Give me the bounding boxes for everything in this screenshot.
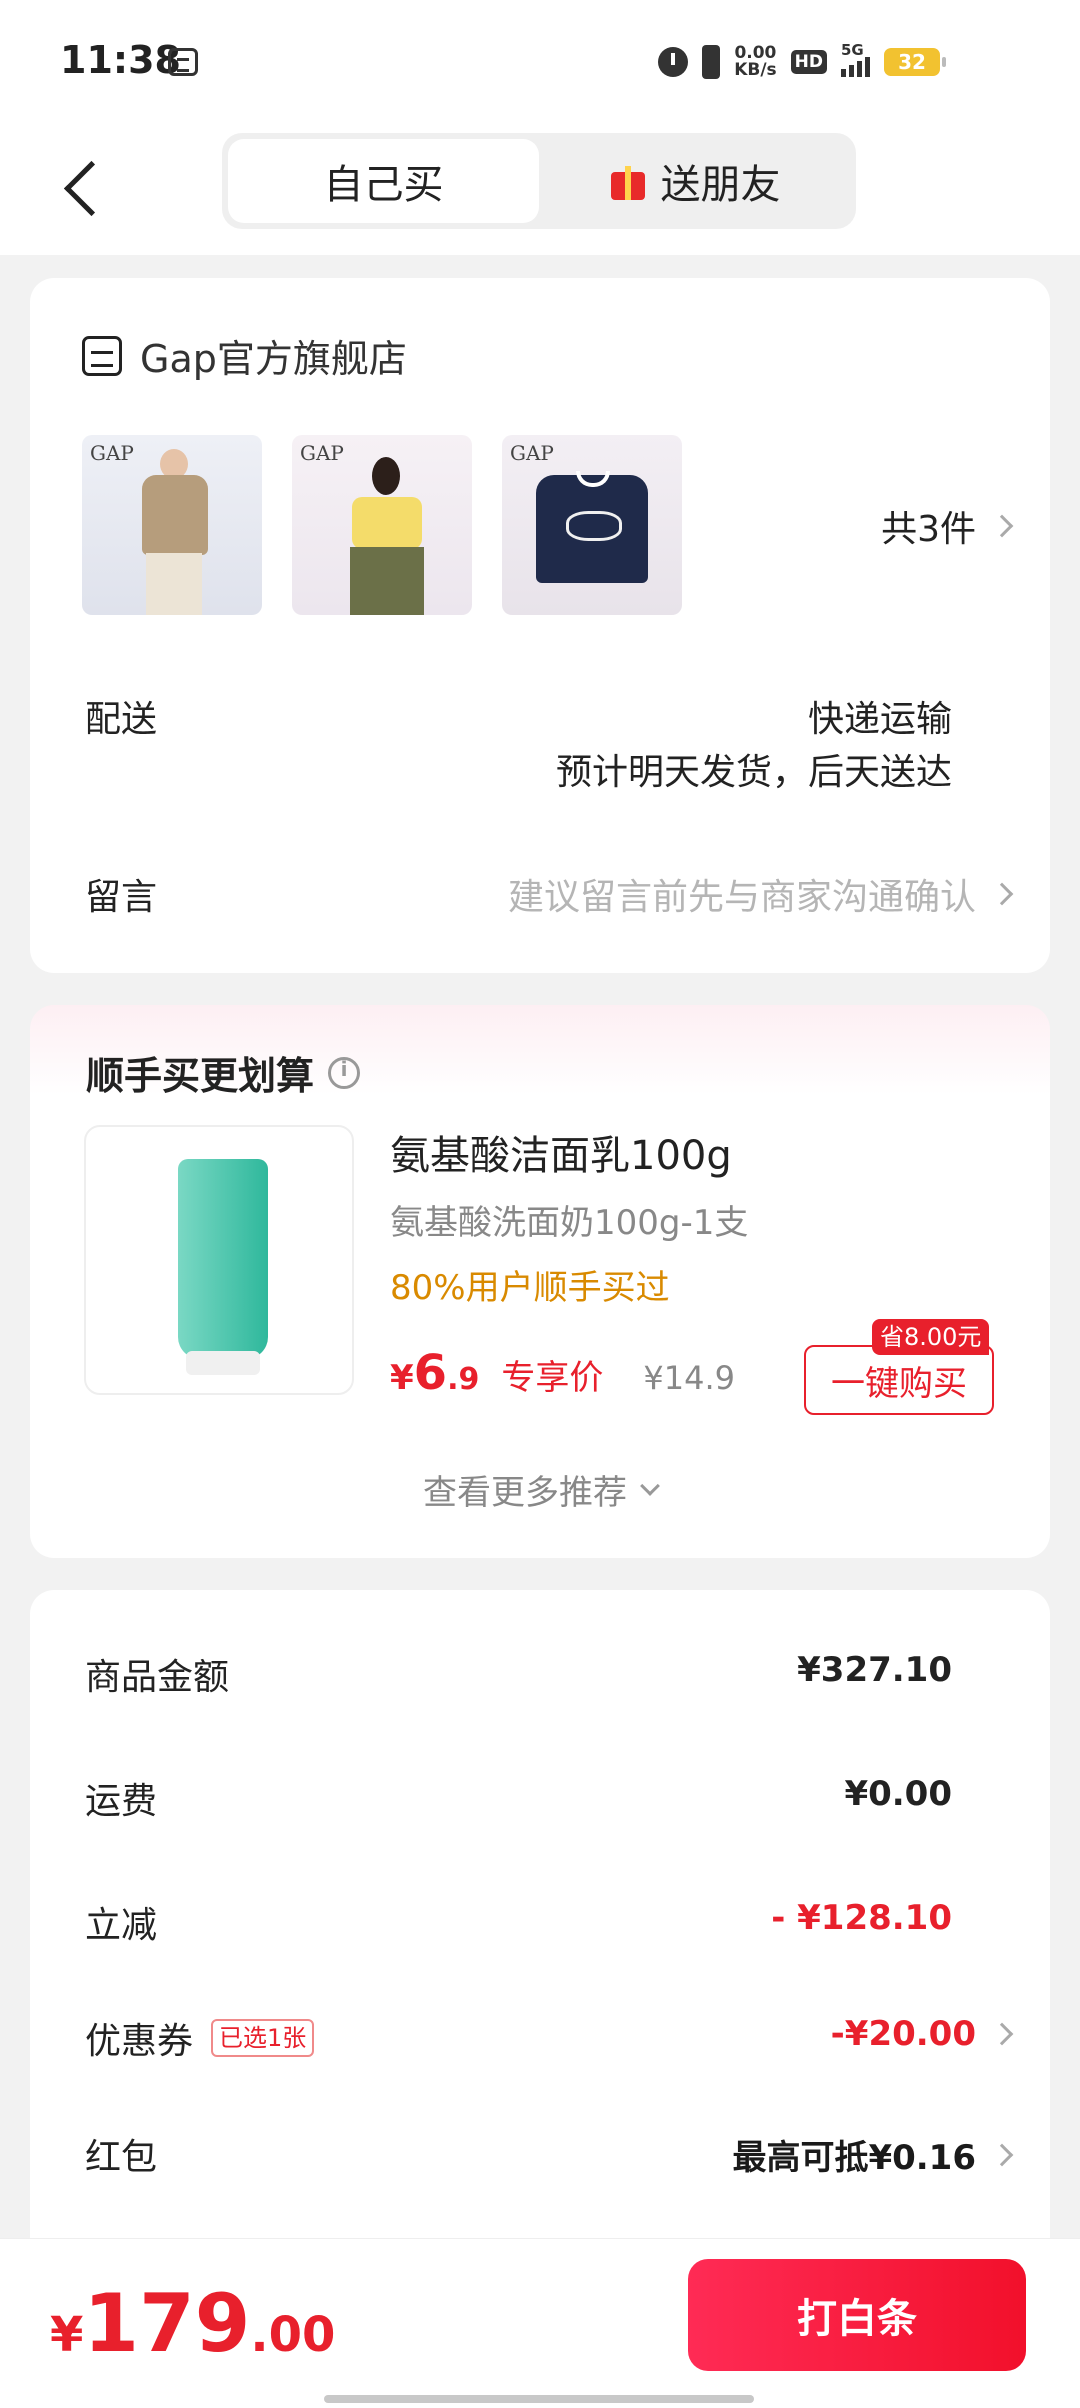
shipping-fee-label: 运费 [85, 1781, 158, 1822]
store-name: Gap官方旗舰店 [140, 337, 407, 381]
coupon-value: -¥20.00 [830, 2014, 976, 2054]
coupon-label: 优惠券 [85, 2021, 194, 2062]
header: 自己买 送朋友 [0, 125, 1080, 255]
alarm-icon [658, 47, 689, 77]
more-recommendations-label: 查看更多推荐 [423, 1473, 627, 1513]
tab-label: 自己买 [323, 162, 444, 208]
gap-logo: GAP [300, 441, 344, 465]
store-icon [82, 335, 122, 376]
price-tag: 专享价 [501, 1358, 604, 1398]
shipping-method: 快递运输 [807, 699, 952, 740]
price-decimal: .9 [447, 1362, 480, 1397]
message-field[interactable]: 建议留言前先与商家沟通确认 [507, 868, 1014, 920]
store-header[interactable]: Gap官方旗舰店 [82, 328, 407, 383]
note-icon [168, 48, 198, 76]
message-placeholder: 建议留言前先与商家沟通确认 [507, 877, 976, 918]
addon-price: ¥ 6 .9 专享价 ¥14.9 [390, 1345, 735, 1401]
addon-title: 顺手买更划算 [86, 1045, 361, 1100]
goods-amount-value: ¥327.10 [797, 1650, 952, 1690]
chevron-right-icon [990, 2022, 1014, 2046]
goods-amount-label: 商品金额 [85, 1657, 230, 1698]
pay-button[interactable]: 打白条 [688, 2259, 1026, 2371]
cleanser-tube-image [178, 1159, 268, 1359]
red-packet-label: 红包 [85, 2137, 158, 2178]
gift-icon [609, 162, 647, 200]
coupon-row-label: 优惠券 已选1张 [85, 2012, 315, 2064]
total-integer: 179 [83, 2277, 251, 2370]
item-count-link[interactable]: 共3件 [881, 500, 1014, 552]
price-symbol: ¥ [390, 1358, 414, 1398]
shipping-label: 配送 [85, 699, 158, 740]
tab-buy-for-self[interactable]: 自己买 [228, 139, 539, 223]
coupon-selector[interactable]: -¥20.00 [830, 2014, 1014, 2054]
addon-purchase-stat: 80%用户顺手买过 [390, 1268, 670, 1308]
checkout-bar: ¥ 179 .00 打白条 [0, 2238, 1080, 2408]
back-icon[interactable] [60, 155, 110, 225]
addon-product-spec: 氨基酸洗面奶100g-1支 [390, 1203, 749, 1243]
shipping-eta: 预计明天发货，后天送达 [555, 752, 952, 793]
product-thumbnails[interactable]: GAP GAP GAP [82, 435, 682, 615]
product-thumbnail[interactable]: GAP [82, 435, 262, 615]
chevron-right-icon [990, 514, 1014, 538]
addon-recommendation-card: 顺手买更划算 氨基酸洁面乳100g 氨基酸洗面奶100g-1支 80%用户顺手买… [30, 1005, 1050, 1558]
status-bar: 11:38 0.00 KB/s HD 5G 32 [0, 0, 1080, 125]
status-time: 11:38 [60, 38, 181, 82]
save-badge: 省8.00元 [872, 1319, 990, 1355]
product-thumbnail[interactable]: GAP [502, 435, 682, 615]
gap-logo: GAP [510, 441, 554, 465]
one-click-buy-button[interactable]: 一键购买 [804, 1345, 994, 1415]
hd-icon: HD [790, 50, 827, 74]
original-price: ¥14.9 [643, 1359, 735, 1397]
chevron-down-icon [640, 1475, 660, 1496]
gap-logo: GAP [90, 441, 134, 465]
more-recommendations-link[interactable]: 查看更多推荐 [30, 1465, 1050, 1514]
product-thumbnail[interactable]: GAP [292, 435, 472, 615]
chevron-right-icon [990, 882, 1014, 906]
addon-product-name[interactable]: 氨基酸洁面乳100g [390, 1123, 732, 1181]
battery-icon: 32 [884, 48, 946, 76]
item-count: 共3件 [881, 509, 976, 550]
store-order-card: Gap官方旗舰店 GAP GAP GAP 共3件 配送 快递运输 预计明天发货，… [30, 278, 1050, 973]
home-indicator[interactable] [324, 2395, 754, 2403]
price-integer: 6 [413, 1345, 448, 1401]
message-label: 留言 [85, 877, 158, 918]
red-packet-selector[interactable]: 最高可抵¥0.16 [732, 2130, 1014, 2179]
signal-icon: 5G [841, 41, 870, 77]
net-speed: 0.00 KB/s [734, 45, 776, 79]
net-speed-unit: KB/s [734, 60, 777, 80]
addon-title-text: 顺手买更划算 [86, 1054, 315, 1098]
coupon-selected-tag: 已选1张 [211, 2019, 315, 2057]
network-type: 5G [841, 41, 864, 59]
total-decimal: .00 [250, 2307, 336, 2363]
instant-discount-value: - ¥128.10 [771, 1898, 952, 1938]
tab-gift-friend[interactable]: 送朋友 [539, 139, 850, 223]
info-icon[interactable] [328, 1056, 361, 1089]
total-symbol: ¥ [50, 2307, 84, 2363]
purchase-mode-switch: 自己买 送朋友 [222, 133, 856, 229]
tab-label: 送朋友 [660, 162, 781, 208]
chevron-right-icon [990, 2143, 1014, 2166]
vibrate-icon [702, 45, 721, 79]
instant-discount-label: 立减 [85, 1905, 158, 1946]
addon-product-image[interactable] [84, 1125, 354, 1395]
red-packet-value: 最高可抵¥0.16 [732, 2138, 976, 2178]
shipping-fee-value: ¥0.00 [844, 1774, 952, 1814]
total-price: ¥ 179 .00 [50, 2277, 335, 2370]
status-icons: 0.00 KB/s HD 5G 32 [658, 41, 946, 82]
